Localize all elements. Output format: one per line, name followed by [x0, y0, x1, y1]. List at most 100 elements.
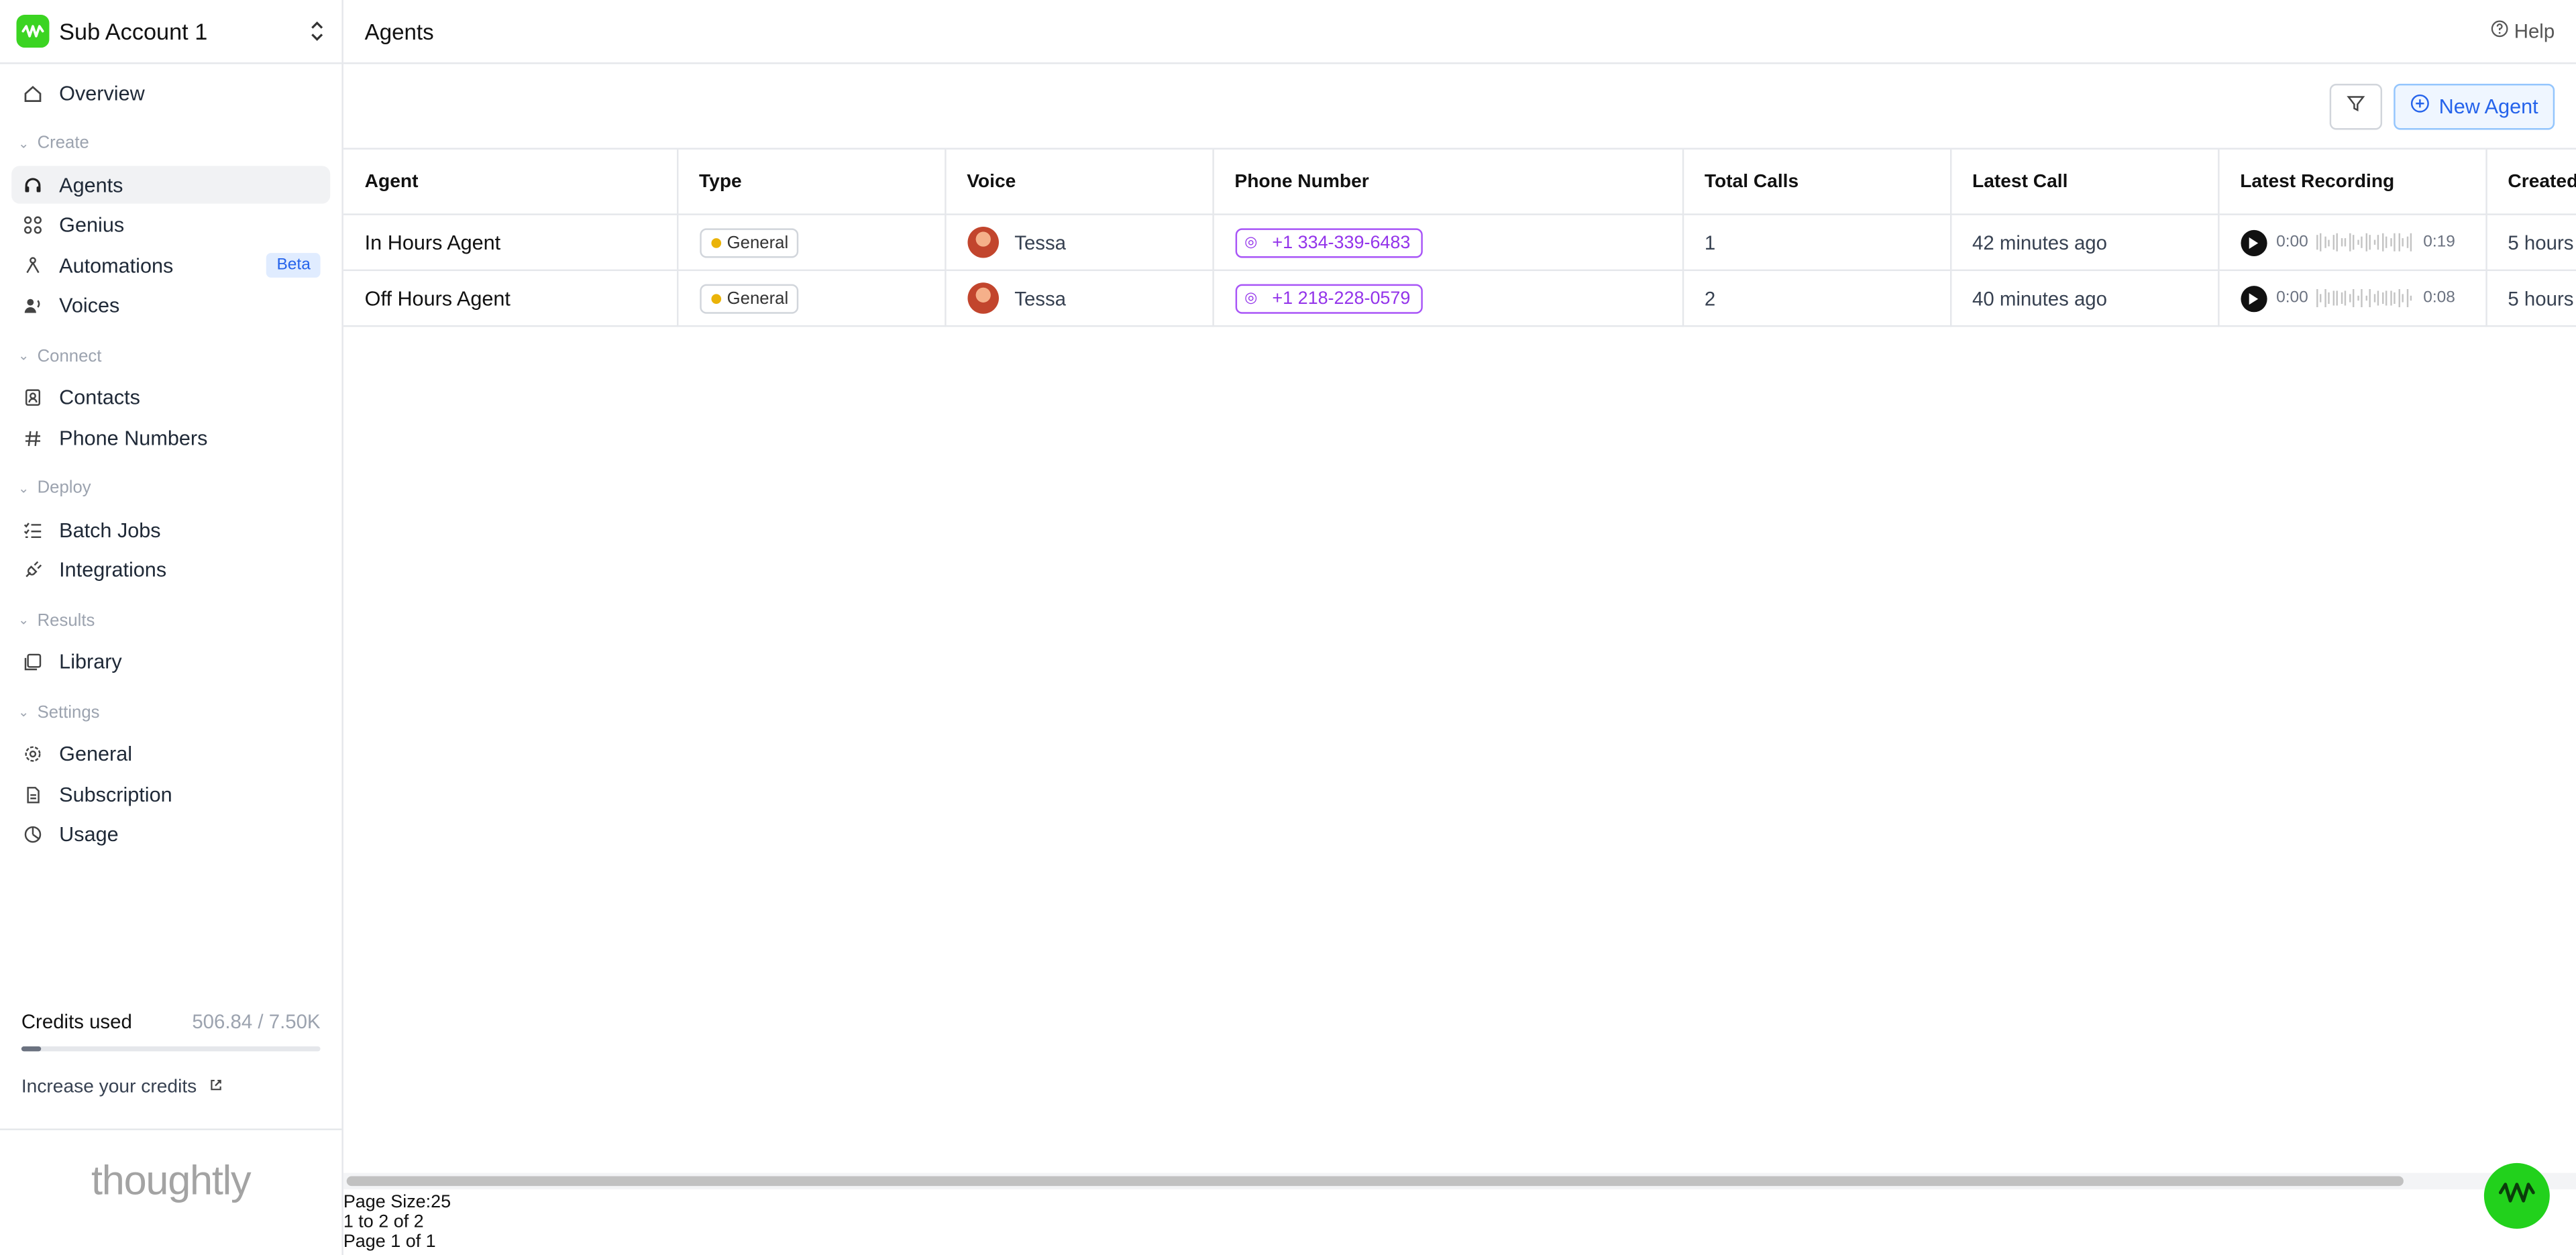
chevron-down-icon: ⌄ — [17, 612, 30, 628]
group-label: Connect — [37, 345, 102, 366]
sidebar-item-subscription[interactable]: Subscription — [11, 775, 330, 813]
sidebar-item-usage[interactable]: Usage — [11, 816, 330, 853]
sidebar-item-label: General — [59, 742, 133, 766]
created: 5 hours — [2485, 270, 2576, 327]
plus-circle-icon — [2410, 94, 2429, 119]
recording-cell: 0:00 0:19 — [2218, 214, 2487, 272]
waveform-bar — [2369, 235, 2372, 250]
waveform-bar — [2345, 290, 2347, 307]
group-label: Create — [37, 133, 89, 153]
brand-wordmark: thoughtly — [91, 1158, 252, 1205]
chevron-updown-icon — [309, 19, 325, 42]
new-agent-button[interactable]: New Agent — [2393, 83, 2555, 129]
sidebar-item-contacts[interactable]: Contacts — [11, 378, 330, 416]
table-row[interactable]: Off Hours Agent General Tessa ◎ +1 218-22… — [343, 270, 2576, 327]
column-header[interactable]: Phone Number — [1212, 149, 1684, 215]
sidebar-item-agents[interactable]: Agents — [11, 166, 331, 204]
play-icon[interactable] — [2240, 284, 2267, 312]
type-badge: General — [699, 227, 798, 258]
chat-launcher-button[interactable] — [2483, 1162, 2550, 1229]
recording-start-time: 0:00 — [2276, 233, 2308, 252]
waveform-bar — [2377, 290, 2380, 307]
waveform-bar — [2386, 290, 2388, 306]
sidebar-item-label: Overview — [59, 81, 145, 105]
waveform[interactable] — [2316, 233, 2415, 252]
sidebar-item-integrations[interactable]: Integrations — [11, 551, 330, 589]
waveform-bar — [2410, 296, 2413, 301]
sidebar-item-overview[interactable]: Overview — [11, 74, 330, 111]
plug-icon — [21, 559, 44, 582]
help-icon — [2491, 19, 2509, 42]
group-deploy[interactable]: ⌄ Deploy — [11, 470, 330, 506]
increase-credits-link[interactable]: Increase your credits — [21, 1078, 223, 1097]
column-header[interactable]: Created — [2485, 149, 2576, 215]
sidebar-item-voices[interactable]: Voices — [11, 286, 330, 324]
credits-progress-bar — [21, 1046, 321, 1052]
scrollbar-thumb[interactable] — [346, 1176, 2404, 1187]
agent-name[interactable]: Off Hours Agent — [343, 270, 678, 327]
waveform-bar — [2398, 290, 2400, 307]
total-calls: 2 — [1682, 270, 1951, 327]
type-badge: General — [699, 283, 798, 313]
group-results[interactable]: ⌄ Results — [11, 602, 330, 639]
sidebar-item-label: Batch Jobs — [59, 518, 161, 541]
voice-name: Tessa — [1014, 231, 1067, 254]
type-cell: General — [676, 214, 946, 272]
type-cell: General — [676, 270, 946, 327]
waveform-bar — [2357, 295, 2359, 301]
type-label: General — [727, 232, 789, 252]
grid-icon — [21, 213, 44, 236]
sidebar-item-library[interactable]: Library — [11, 643, 330, 681]
account-switcher[interactable]: Sub Account 1 — [0, 0, 342, 64]
waveform-bar — [2369, 289, 2372, 307]
filter-button[interactable] — [2328, 83, 2381, 129]
audio-player: 0:00 0:19 — [2240, 229, 2463, 256]
sidebar-item-general[interactable]: General — [11, 735, 330, 773]
hash-icon — [21, 427, 44, 449]
column-header[interactable]: Total Calls — [1682, 149, 1951, 215]
column-header[interactable]: Latest Recording — [2218, 149, 2487, 215]
sidebar-item-label: Usage — [59, 822, 119, 847]
group-settings[interactable]: ⌄ Settings — [11, 694, 330, 730]
column-header[interactable]: Voice — [945, 149, 1214, 215]
top-bar: Agents Help — [343, 0, 2576, 64]
credits-panel: Credits used 506.84 / 7.50K — [21, 1010, 321, 1052]
waveform-bar — [2332, 290, 2334, 306]
agent-name[interactable]: In Hours Agent — [343, 214, 678, 272]
phone-cell: ◎ +1 218-228-0579 — [1212, 270, 1684, 327]
play-icon[interactable] — [2240, 229, 2267, 256]
column-header[interactable]: Type — [676, 149, 946, 215]
sidebar-item-automations[interactable]: Automations Beta — [11, 246, 330, 284]
waveform-bar — [2381, 292, 2384, 305]
waveform-bar — [2349, 293, 2351, 303]
waveform-bar — [2361, 289, 2363, 307]
sidebar-item-phone-numbers[interactable]: Phone Numbers — [11, 419, 330, 456]
help-link[interactable]: Help — [2491, 19, 2555, 43]
sidebar-item-genius[interactable]: Genius — [11, 206, 330, 243]
chevron-down-icon: ⌄ — [17, 135, 30, 151]
waveform-bar — [2394, 233, 2396, 251]
page-indicator: Page 1 of 1 — [343, 1232, 436, 1253]
group-create[interactable]: ⌄ Create — [11, 125, 330, 161]
sidebar-item-batch-jobs[interactable]: Batch Jobs — [11, 511, 330, 549]
waveform-bar — [2406, 237, 2409, 248]
sidebar-divider — [0, 1128, 342, 1130]
recording-duration: 0:19 — [2423, 233, 2455, 252]
sidebar-item-label: Contacts — [59, 386, 141, 409]
phone-number-badge[interactable]: ◎ +1 334-339-6483 — [1234, 227, 1424, 258]
table-row[interactable]: In Hours Agent General Tessa ◎ +1 334-339… — [343, 214, 2576, 272]
phone-number: +1 218-228-0579 — [1272, 288, 1411, 309]
voice-cell: Tessa — [945, 270, 1214, 327]
contacts-icon — [21, 386, 44, 409]
credits-progress-fill — [21, 1046, 42, 1052]
waveform-bar — [2386, 236, 2388, 248]
main-content: Agents Help New Agent Agent Type Voice P… — [343, 0, 2576, 1255]
column-header[interactable]: Latest Call — [1949, 149, 2219, 215]
group-connect[interactable]: ⌄ Connect — [11, 337, 330, 374]
waveform[interactable] — [2316, 288, 2415, 308]
phone-number-badge[interactable]: ◎ +1 218-228-0579 — [1234, 283, 1424, 313]
waveform-bar — [2390, 238, 2392, 246]
waveform-bar — [2337, 291, 2339, 305]
column-header[interactable]: Agent — [343, 149, 678, 215]
horizontal-scrollbar[interactable] — [343, 1172, 2576, 1190]
